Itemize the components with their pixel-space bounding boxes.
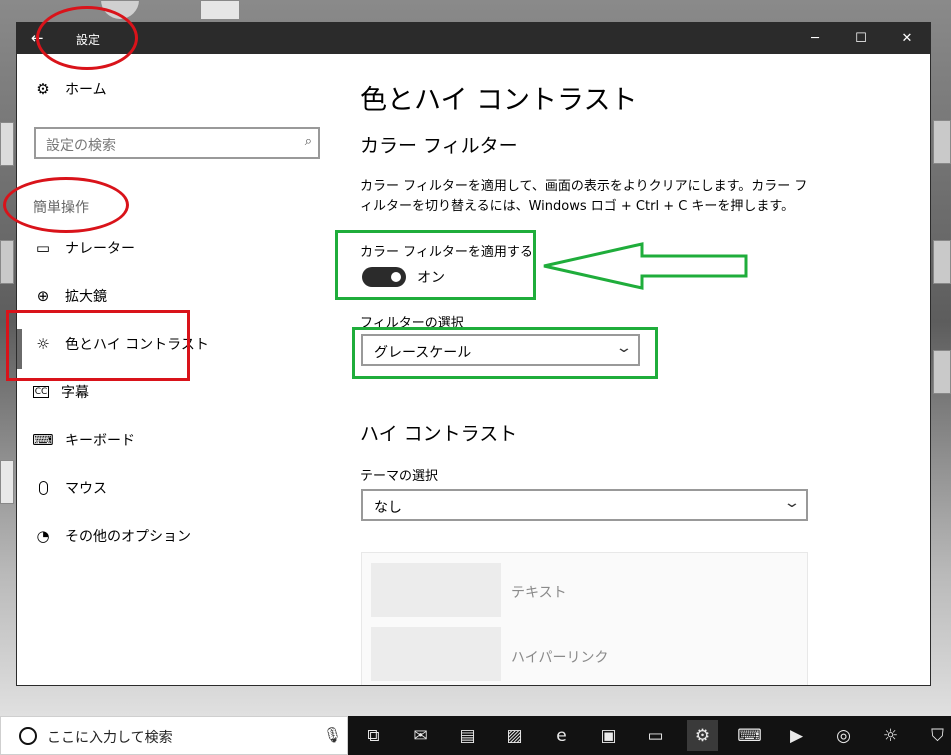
desktop-icon[interactable] (0, 240, 14, 284)
narrator-icon: ▭ (35, 239, 51, 257)
remote-desktop-icon[interactable]: ▤ (452, 720, 483, 751)
maximize-button[interactable]: ☐ (838, 23, 884, 54)
task-view-icon[interactable]: ⧉ (358, 720, 389, 751)
desktop-icon[interactable] (0, 122, 14, 166)
other-options-icon: ◔ (36, 527, 50, 545)
notepad-icon[interactable]: ▨ (499, 720, 530, 751)
brightness-app-icon[interactable]: ☼ (875, 720, 906, 751)
sidebar-item-magnifier[interactable]: ⊕ 拡大鏡 (33, 282, 323, 310)
theme-select-value: なし (374, 500, 402, 516)
outlook-icon[interactable]: ✉ (405, 720, 436, 751)
color-filter-description: カラー フィルターを適用して、画面の表示をよりクリアにします。カラー フィルター… (360, 179, 808, 214)
sidebar-item-label: 字幕 (61, 385, 89, 401)
sidebar-item-narrator[interactable]: ▭ ナレーター (33, 234, 323, 262)
color-filter-heading: カラー フィルター (360, 135, 518, 157)
mouse-icon (33, 478, 53, 498)
desktop-icon[interactable] (0, 460, 14, 504)
shield-app-icon[interactable]: ⛉ (922, 720, 951, 751)
annotation-box-dropdown (352, 327, 658, 379)
sidebar-item-label: その他のオプション (65, 529, 191, 545)
preview-text-label: テキスト (511, 585, 567, 601)
magnifier-icon: ⊕ (36, 287, 50, 305)
settings-search-box[interactable]: 設定の検索 ⌕ (34, 127, 320, 159)
theme-select-dropdown[interactable]: なし ⌄ (361, 489, 808, 521)
annotation-ellipse-title (36, 6, 138, 70)
file-explorer-icon[interactable]: ▭ (640, 720, 671, 751)
edge-icon[interactable]: e (546, 720, 577, 751)
desktop-icon[interactable] (933, 240, 951, 284)
minimize-button[interactable]: ─ (792, 23, 838, 54)
sidebar-item-captions[interactable]: CC 字幕 (33, 378, 323, 406)
closed-caption-icon: CC (33, 386, 49, 398)
annotation-box-sidebar-item (6, 310, 190, 381)
desktop-icon[interactable] (933, 350, 951, 394)
high-contrast-heading: ハイ コントラスト (360, 423, 518, 445)
cmd-icon[interactable]: ▣ (593, 720, 624, 751)
annotation-ellipse-section (3, 177, 129, 233)
annotation-arrow (543, 242, 748, 290)
search-input-placeholder: 設定の検索 (46, 138, 116, 154)
page-title: 色とハイ コントラスト (360, 85, 638, 116)
media-player-icon[interactable]: ▶ (781, 720, 812, 751)
preview-swatch (371, 627, 501, 681)
sidebar-item-label: ナレーター (65, 241, 135, 257)
microphone-icon[interactable]: 🎙 (323, 726, 342, 744)
chevron-down-icon: ⌄ (783, 495, 801, 511)
preview-hyperlink-label: ハイパーリンク (511, 650, 609, 666)
settings-icon[interactable]: ⚙ (687, 720, 718, 751)
gear-icon: ⚙ (36, 80, 50, 98)
sidebar-item-other-options[interactable]: ◔ その他のオプション (33, 522, 323, 550)
taskbar: ここに入力して検索 🎙 ⧉ ✉ ▤ ▨ e ▣ ▭ ⚙ ⌨ ▶ ◎ ☼ ⛉ (0, 716, 951, 755)
taskbar-search-placeholder: ここに入力して検索 (47, 730, 173, 746)
theme-preview: テキスト ハイパーリンク (361, 552, 808, 685)
sidebar-item-label: キーボード (65, 433, 135, 449)
sidebar-item-keyboard[interactable]: ⌨ キーボード (32, 426, 323, 454)
sidebar-item-mouse[interactable]: マウス (33, 474, 323, 502)
theme-select-label: テーマの選択 (360, 469, 439, 484)
desktop-icon[interactable] (200, 0, 240, 20)
sidebar-item-label: 拡大鏡 (65, 289, 107, 305)
close-button[interactable]: ✕ (884, 23, 930, 54)
taskbar-search-box[interactable]: ここに入力して検索 🎙 (0, 716, 348, 755)
desktop-icon[interactable] (933, 120, 951, 164)
search-icon[interactable]: ⌕ (305, 134, 312, 149)
groove-icon[interactable]: ◎ (828, 720, 859, 751)
cortana-icon[interactable] (19, 727, 37, 745)
keyboard-app-icon[interactable]: ⌨ (734, 720, 765, 751)
annotation-box-toggle (335, 230, 536, 300)
preview-swatch (371, 563, 501, 617)
sidebar-home[interactable]: ⚙ ホーム (33, 77, 107, 101)
keyboard-icon: ⌨ (32, 431, 54, 449)
sidebar-home-label: ホーム (65, 82, 107, 98)
sidebar-item-label: マウス (65, 481, 107, 497)
title-bar: ← 設定 ─ ☐ ✕ (17, 23, 930, 54)
